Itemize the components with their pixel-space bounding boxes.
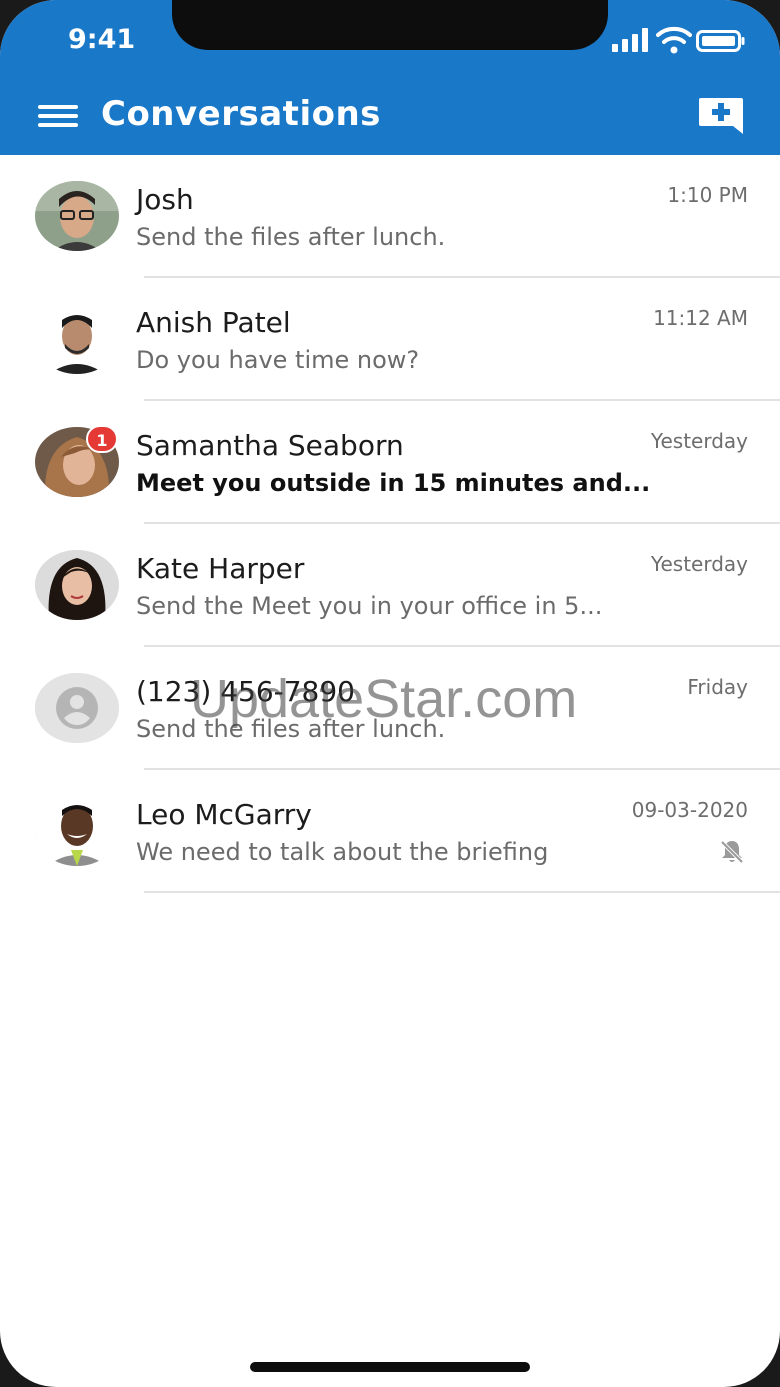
message-time: 11:12 AM xyxy=(653,306,748,330)
avatar xyxy=(35,673,119,743)
new-conversation-icon[interactable] xyxy=(697,96,745,136)
conversation-row-samantha-seaborn[interactable]: 1 Samantha Seaborn Yesterday Meet you ou… xyxy=(0,401,780,524)
message-preview: Do you have time now? xyxy=(136,346,420,374)
muted-bell-icon xyxy=(720,840,744,864)
conversation-row-anish-patel[interactable]: Anish Patel 11:12 AM Do you have time no… xyxy=(0,278,780,401)
contact-name: Josh xyxy=(136,183,194,216)
unread-badge: 1 xyxy=(86,425,118,453)
conversation-row-josh[interactable]: Josh 1:10 PM Send the files after lunch. xyxy=(0,155,780,278)
wifi-icon xyxy=(656,26,692,54)
message-preview: Send the Meet you in your office in 5... xyxy=(136,592,603,620)
message-time: 09-03-2020 xyxy=(631,798,748,822)
avatar xyxy=(35,550,119,620)
person-placeholder-icon xyxy=(35,673,119,743)
message-preview: Send the files after lunch. xyxy=(136,223,446,251)
contact-name: Leo McGarry xyxy=(136,798,312,831)
app-header: 9:41 Conversations xyxy=(0,0,780,155)
row-divider xyxy=(144,891,780,893)
conversation-row-leo-mcgarry[interactable]: Leo McGarry 09-03-2020 We need to talk a… xyxy=(0,770,780,893)
menu-button[interactable] xyxy=(38,100,78,132)
signal-icon xyxy=(612,28,648,52)
contact-name: Anish Patel xyxy=(136,306,291,339)
battery-icon xyxy=(696,30,745,52)
message-preview: Send the files after lunch. xyxy=(136,715,446,743)
message-time: 1:10 PM xyxy=(667,183,748,207)
message-preview: We need to talk about the briefing xyxy=(136,838,549,866)
avatar xyxy=(35,181,119,251)
hamburger-icon xyxy=(38,105,78,109)
status-icons xyxy=(608,24,748,58)
page-title: Conversations xyxy=(101,94,381,134)
contact-name: Samantha Seaborn xyxy=(136,429,404,462)
avatar xyxy=(35,304,119,374)
message-time: Yesterday xyxy=(650,552,748,576)
notch xyxy=(172,0,608,50)
status-time: 9:41 xyxy=(68,24,136,55)
conversation-row-kate-harper[interactable]: Kate Harper Yesterday Send the Meet you … xyxy=(0,524,780,647)
message-time: Yesterday xyxy=(650,429,748,453)
avatar xyxy=(35,796,119,866)
contact-name: Kate Harper xyxy=(136,552,305,585)
message-time: Friday xyxy=(687,675,748,699)
home-indicator[interactable] xyxy=(250,1362,530,1372)
conversation-row-unknown-number[interactable]: (123) 456-7890 Friday Send the files aft… xyxy=(0,647,780,770)
phone-screen: 9:41 Conversations Josh 1:10 PM Send the… xyxy=(0,0,780,1387)
contact-name: (123) 456-7890 xyxy=(136,675,355,708)
message-preview: Meet you outside in 15 minutes and... xyxy=(136,469,651,497)
